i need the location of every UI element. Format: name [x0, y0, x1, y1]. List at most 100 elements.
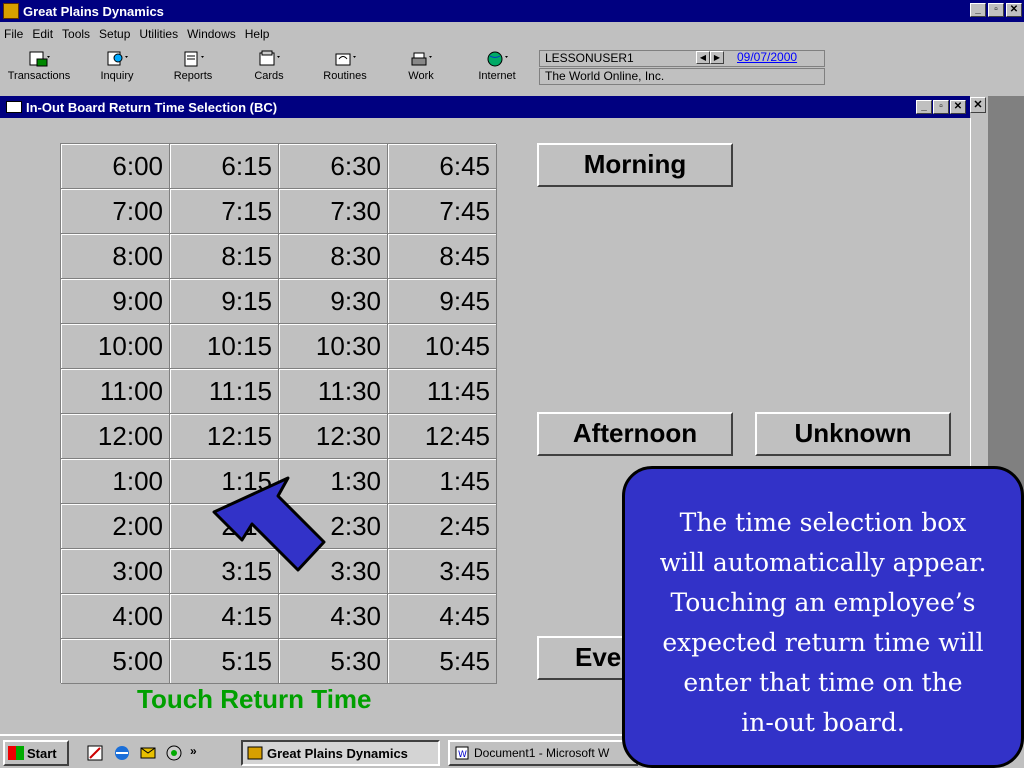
time-cell[interactable]: 6:15: [170, 144, 279, 189]
dialog-close-button[interactable]: ✕: [950, 100, 966, 114]
time-cell[interactable]: 12:15: [170, 414, 279, 459]
time-cell[interactable]: 11:30: [279, 369, 388, 414]
time-cell[interactable]: 10:15: [170, 324, 279, 369]
dialog-window-controls: _ ▫ ✕: [916, 100, 966, 114]
work-label: Work: [408, 70, 434, 82]
task-great-plains[interactable]: Great Plains Dynamics: [241, 740, 440, 766]
time-cell[interactable]: 3:45: [388, 549, 497, 594]
time-cell[interactable]: 6:00: [61, 144, 170, 189]
time-cell[interactable]: 10:30: [279, 324, 388, 369]
time-cell[interactable]: 4:45: [388, 594, 497, 639]
time-cell[interactable]: 11:45: [388, 369, 497, 414]
time-cell[interactable]: 12:30: [279, 414, 388, 459]
task-document1[interactable]: W Document1 - Microsoft W: [448, 740, 638, 766]
close-button[interactable]: ✕: [1006, 3, 1022, 17]
cards-button[interactable]: Cards: [232, 50, 306, 82]
user-date-link[interactable]: 09/07/2000: [737, 50, 797, 64]
time-cell[interactable]: 8:00: [61, 234, 170, 279]
menu-help[interactable]: Help: [245, 27, 270, 41]
menu-windows[interactable]: Windows: [187, 27, 236, 41]
afternoon-button[interactable]: Afternoon: [537, 412, 733, 456]
time-cell[interactable]: 7:15: [170, 189, 279, 234]
date-arrows: ◀ ▶: [696, 51, 724, 64]
restore-button[interactable]: ▫: [988, 3, 1004, 17]
time-cell[interactable]: 11:00: [61, 369, 170, 414]
internet-label: Internet: [478, 70, 516, 82]
inquiry-icon: [107, 51, 128, 66]
reports-icon: [184, 51, 204, 67]
svg-text:W: W: [458, 750, 467, 760]
morning-button[interactable]: Morning: [537, 143, 733, 187]
time-cell[interactable]: 8:45: [388, 234, 497, 279]
routines-button[interactable]: Routines: [308, 50, 382, 82]
date-prev-button[interactable]: ◀: [696, 51, 710, 64]
time-cell[interactable]: 1:00: [61, 459, 170, 504]
time-cell[interactable]: 12:45: [388, 414, 497, 459]
edit-icon[interactable]: [86, 744, 106, 762]
time-cell[interactable]: 6:45: [388, 144, 497, 189]
transactions-button[interactable]: Transactions: [2, 50, 76, 82]
time-cell[interactable]: 2:45: [388, 504, 497, 549]
more-icon[interactable]: »: [190, 744, 210, 762]
time-cell[interactable]: 4:30: [279, 594, 388, 639]
minimize-button[interactable]: _: [970, 3, 986, 17]
time-cell[interactable]: 4:15: [170, 594, 279, 639]
menu-bar: File Edit Tools Setup Utilities Windows …: [0, 24, 1024, 44]
time-cell[interactable]: 10:00: [61, 324, 170, 369]
transactions-icon: [29, 51, 50, 67]
dialog-minimize-button[interactable]: _: [916, 100, 932, 114]
time-cell[interactable]: 9:15: [170, 279, 279, 324]
time-cell[interactable]: 4:00: [61, 594, 170, 639]
time-cell[interactable]: 7:30: [279, 189, 388, 234]
menu-tools[interactable]: Tools: [62, 27, 90, 41]
user-name: LESSONUSER1: [545, 51, 634, 65]
quick-launch: »: [86, 744, 210, 762]
time-cell[interactable]: 5:00: [61, 639, 170, 684]
time-cell[interactable]: 12:00: [61, 414, 170, 459]
work-icon: [411, 52, 432, 66]
time-cell[interactable]: 8:30: [279, 234, 388, 279]
internet-button[interactable]: Internet: [460, 50, 534, 82]
menu-setup[interactable]: Setup: [99, 27, 130, 41]
app-title: Great Plains Dynamics: [23, 3, 164, 19]
cards-icon: [259, 50, 280, 66]
time-cell[interactable]: 10:45: [388, 324, 497, 369]
callout-line: will automatically appear.: [659, 548, 987, 577]
transactions-label: Transactions: [7, 70, 71, 82]
time-cell[interactable]: 2:00: [61, 504, 170, 549]
time-cell[interactable]: 6:30: [279, 144, 388, 189]
inquiry-label: Inquiry: [100, 70, 134, 82]
date-next-button[interactable]: ▶: [710, 51, 724, 64]
time-cell[interactable]: 3:00: [61, 549, 170, 594]
time-cell[interactable]: 9:00: [61, 279, 170, 324]
start-button[interactable]: Start: [3, 740, 69, 766]
time-cell[interactable]: 5:15: [170, 639, 279, 684]
internet-explorer-icon[interactable]: [112, 744, 132, 762]
menu-edit[interactable]: Edit: [32, 27, 53, 41]
work-button[interactable]: Work: [384, 50, 458, 82]
time-cell[interactable]: 5:45: [388, 639, 497, 684]
time-cell[interactable]: 5:30: [279, 639, 388, 684]
routines-icon: [335, 53, 356, 66]
routines-label: Routines: [323, 70, 367, 82]
reports-button[interactable]: Reports: [156, 50, 230, 82]
outer-close-button[interactable]: ✕: [970, 97, 986, 113]
dialog-title: In-Out Board Return Time Selection (BC): [26, 99, 278, 115]
time-cell[interactable]: 7:45: [388, 189, 497, 234]
dialog-maximize-button[interactable]: ▫: [933, 100, 949, 114]
outlook-icon[interactable]: [138, 744, 158, 762]
time-cell[interactable]: 11:15: [170, 369, 279, 414]
menu-file[interactable]: File: [4, 27, 23, 41]
time-cell[interactable]: 1:45: [388, 459, 497, 504]
unknown-button[interactable]: Unknown: [755, 412, 951, 456]
globe-icon: [487, 51, 508, 67]
time-cell[interactable]: 9:30: [279, 279, 388, 324]
instruction-label: Touch Return Time: [137, 684, 372, 714]
time-cell[interactable]: 7:00: [61, 189, 170, 234]
time-cell[interactable]: 9:45: [388, 279, 497, 324]
channels-icon[interactable]: [164, 744, 184, 762]
callout-bubble: The time selection box will automaticall…: [622, 466, 1024, 768]
inquiry-button[interactable]: Inquiry: [80, 50, 154, 82]
time-cell[interactable]: 8:15: [170, 234, 279, 279]
menu-utilities[interactable]: Utilities: [139, 27, 178, 41]
